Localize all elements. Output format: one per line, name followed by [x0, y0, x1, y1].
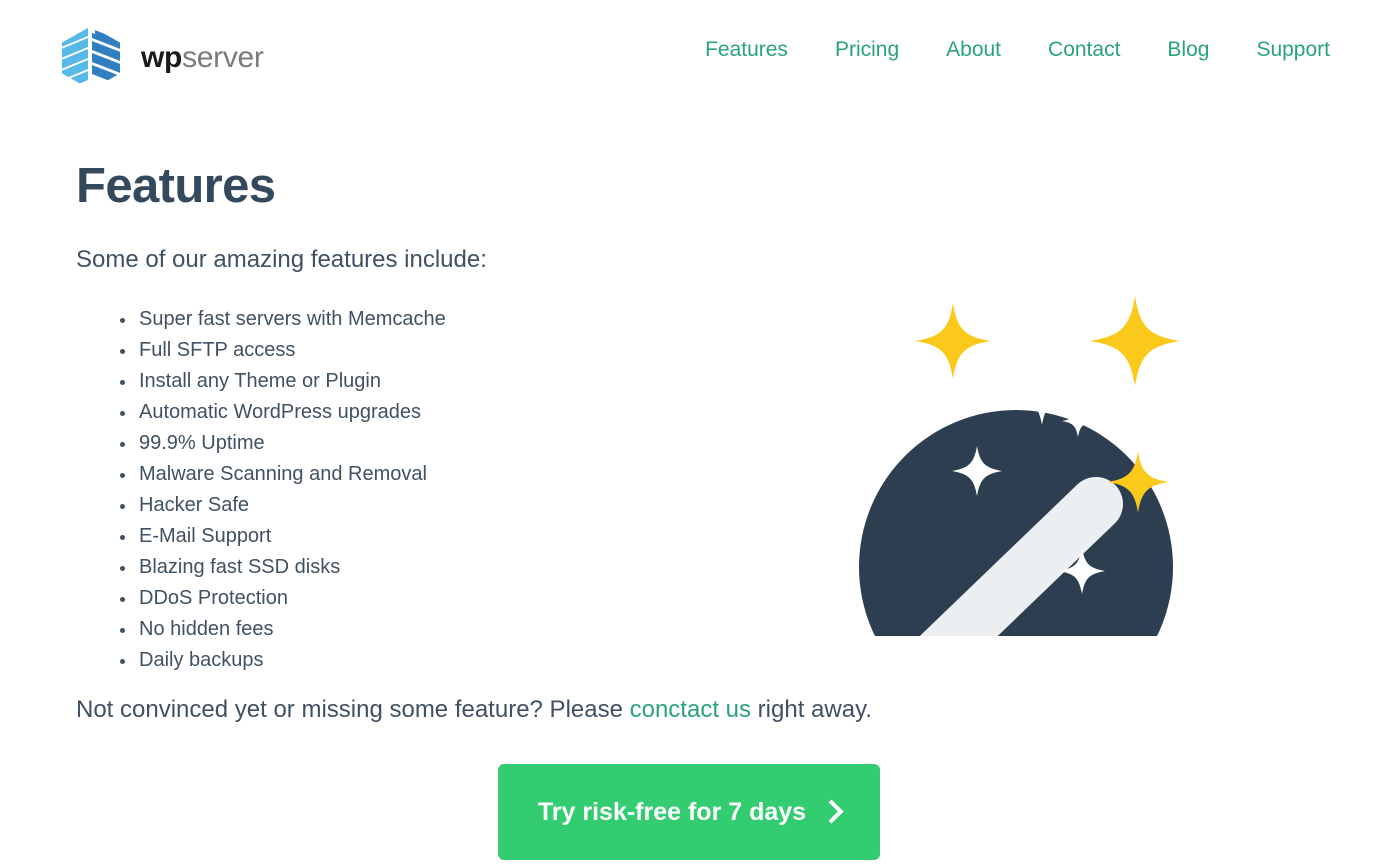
list-item: Daily backups [116, 645, 736, 676]
feature-list: Super fast servers with Memcache Full SF… [116, 304, 736, 676]
closing-text-before: Not convinced yet or missing some featur… [76, 696, 630, 723]
brand-logo-link[interactable]: wpserver [55, 22, 264, 94]
list-item: Automatic WordPress upgrades [116, 397, 736, 428]
contact-us-link[interactable]: conctact us [630, 696, 751, 723]
list-item: No hidden fees [116, 614, 736, 645]
brand-wordmark-bold: wp [141, 41, 183, 74]
list-item: Blazing fast SSD disks [116, 552, 736, 583]
list-item: DDoS Protection [116, 583, 736, 614]
brand-wordmark: wpserver [141, 43, 264, 73]
list-item: Malware Scanning and Removal [116, 459, 736, 490]
list-item: Full SFTP access [116, 335, 736, 366]
intro-text: Some of our amazing features include: [76, 246, 487, 273]
cta-container: Try risk-free for 7 days [0, 764, 1378, 860]
nav-item-blog[interactable]: Blog [1167, 38, 1209, 62]
nav-item-features[interactable]: Features [705, 38, 788, 62]
brand-wordmark-light: server [182, 41, 264, 74]
list-item: 99.9% Uptime [116, 428, 736, 459]
list-item: Install any Theme or Plugin [116, 366, 736, 397]
main-navigation: Features Pricing About Contact Blog Supp… [705, 38, 1330, 62]
chevron-right-icon [819, 798, 844, 824]
closing-text: Not convinced yet or missing some featur… [76, 698, 872, 722]
nav-item-support[interactable]: Support [1256, 38, 1330, 62]
list-item: Super fast servers with Memcache [116, 304, 736, 335]
nav-item-contact[interactable]: Contact [1048, 38, 1120, 62]
list-item: Hacker Safe [116, 490, 736, 521]
nav-item-pricing[interactable]: Pricing [835, 38, 899, 62]
features-page: wpserver Features Pricing About Contact … [0, 0, 1378, 866]
try-risk-free-button[interactable]: Try risk-free for 7 days [498, 764, 880, 860]
closing-text-after: right away. [751, 696, 872, 723]
hexagon-stripes-logo-icon [55, 22, 127, 94]
page-title: Features [76, 159, 276, 213]
magic-wand-illustration [846, 286, 1194, 636]
nav-item-about[interactable]: About [946, 38, 1001, 62]
site-header: wpserver Features Pricing About Contact … [0, 0, 1378, 112]
list-item: E-Mail Support [116, 521, 736, 552]
cta-button-label: Try risk-free for 7 days [537, 797, 807, 826]
